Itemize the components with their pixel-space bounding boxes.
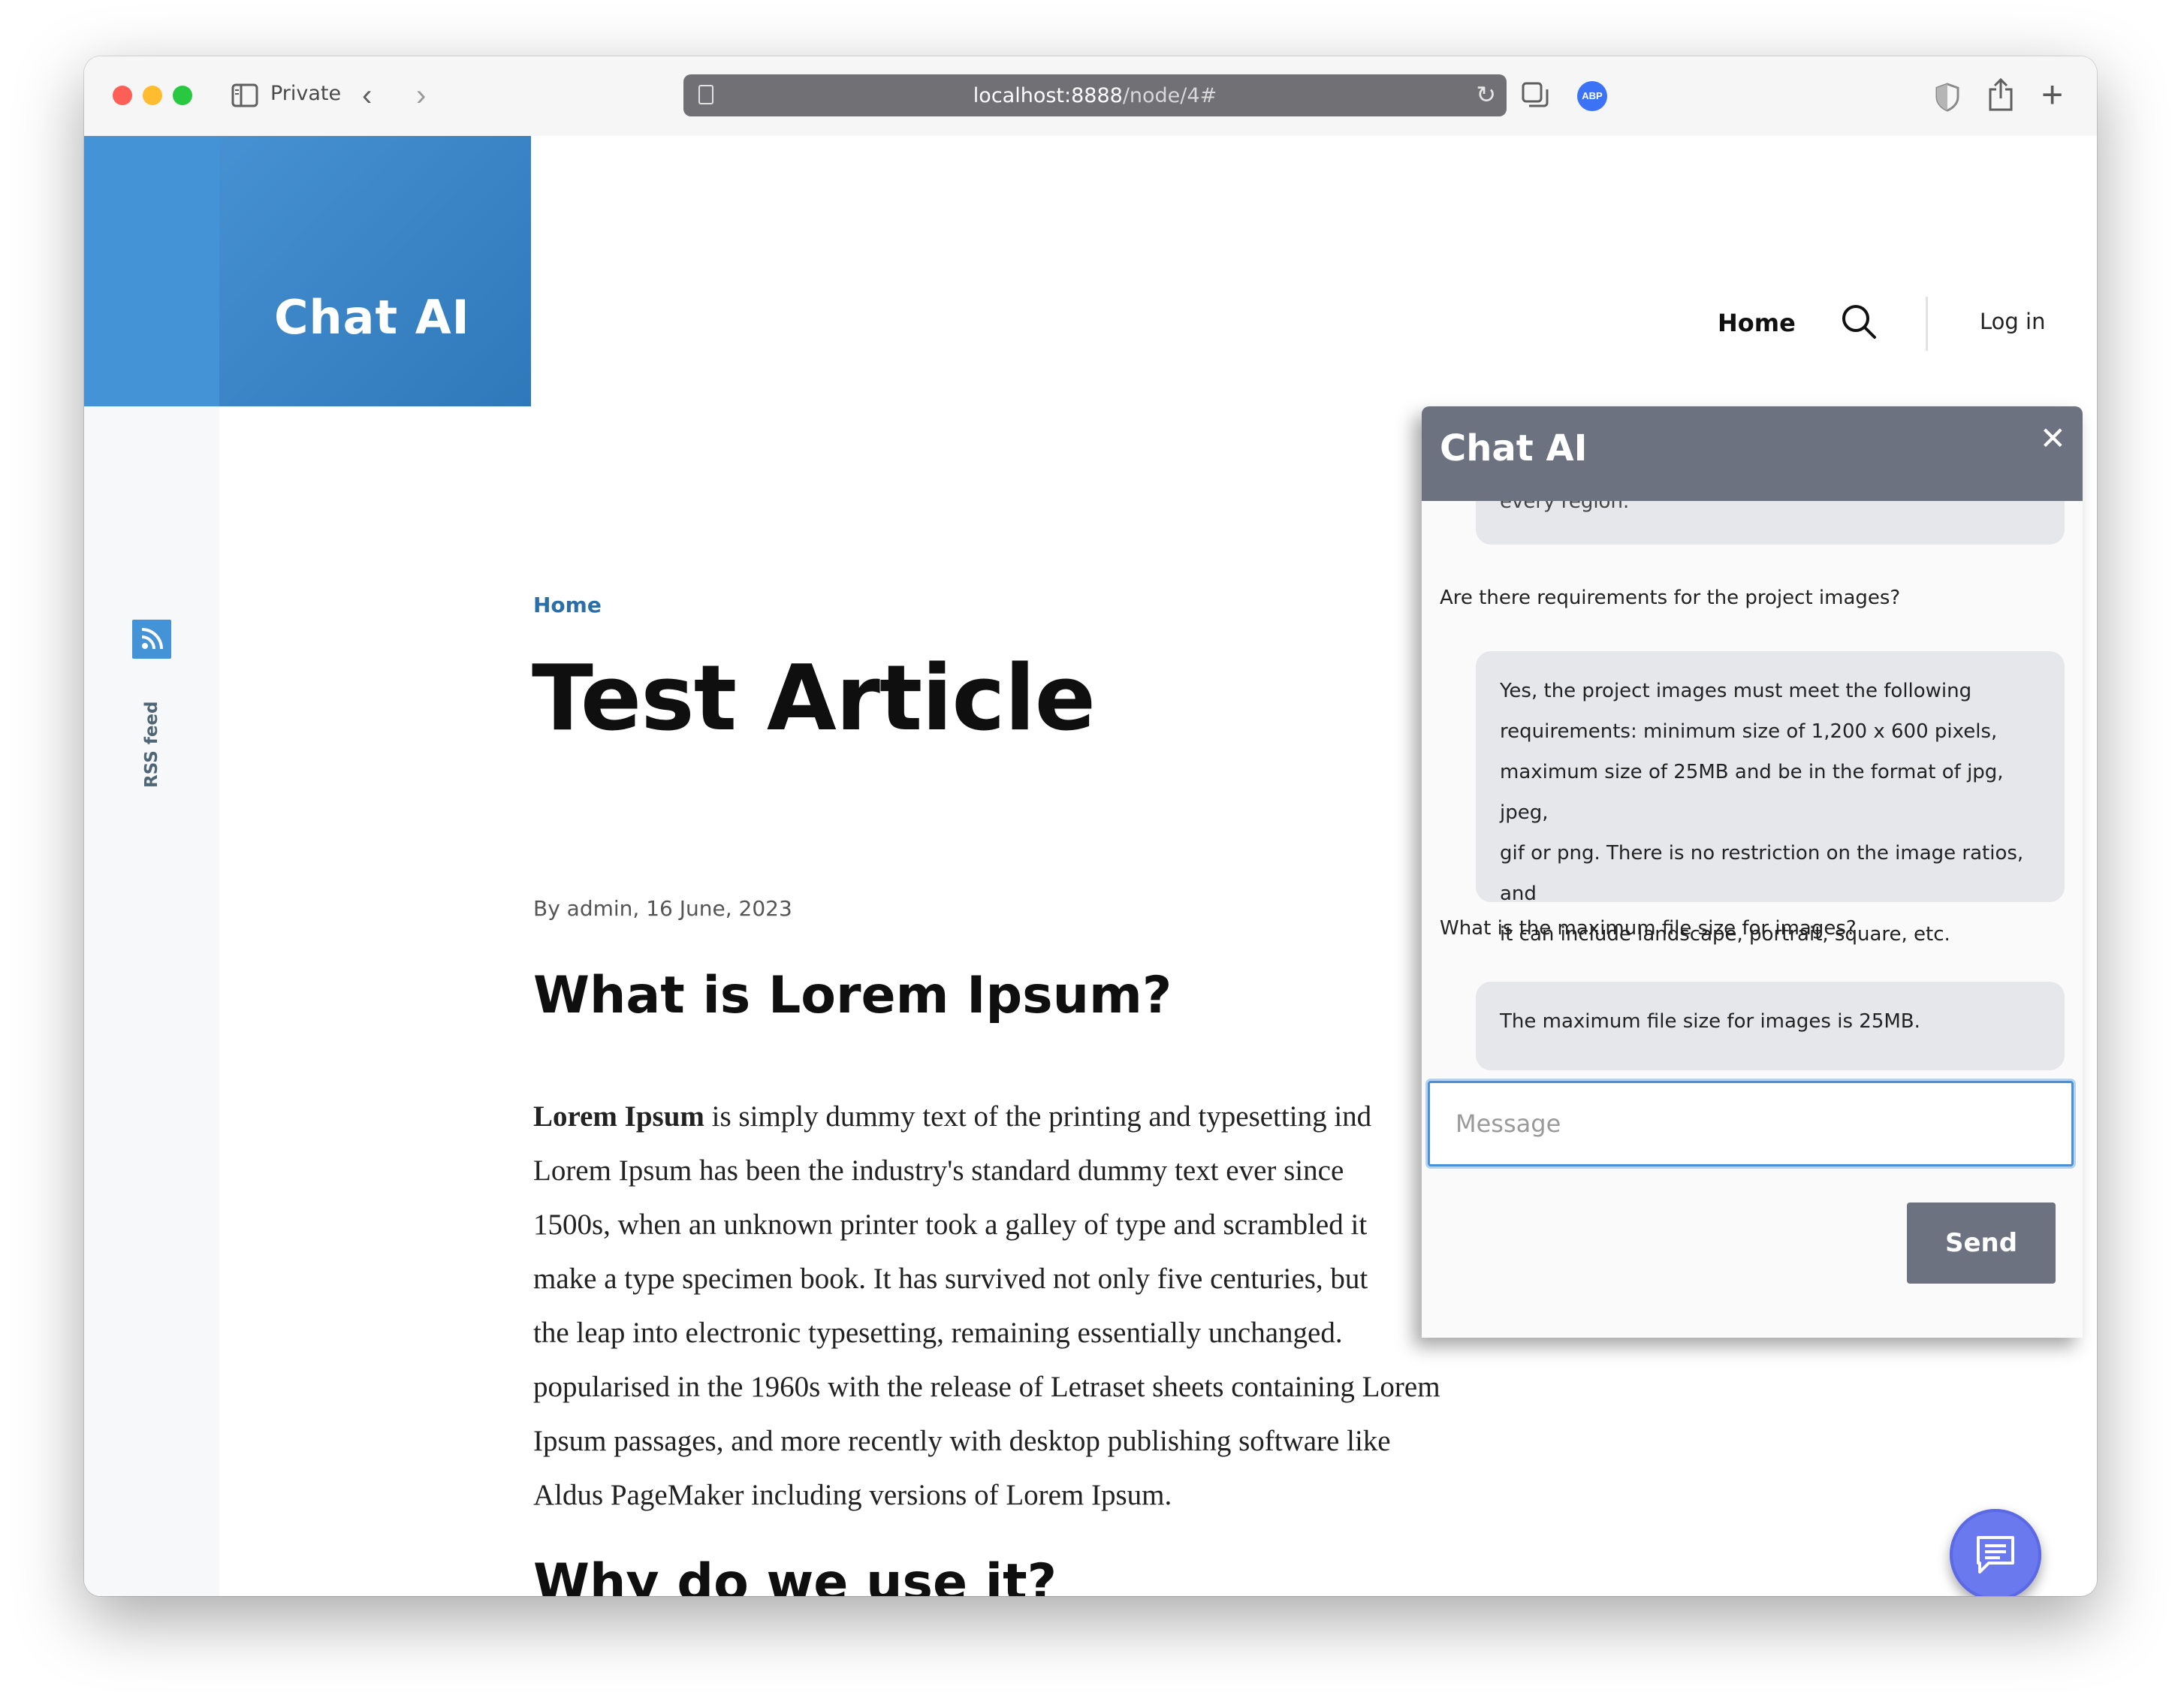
chat-header: Chat AI ✕ (1422, 406, 2083, 501)
message-line: requirements: minimum size of 1,200 x 60… (1500, 720, 1998, 743)
tabs-icon[interactable] (1520, 80, 1550, 110)
rss-feed-link[interactable]: RSS feed (132, 702, 171, 788)
breadcrumb-home[interactable]: Home (533, 593, 602, 617)
reload-icon[interactable]: ↻ (1476, 80, 1496, 109)
address-bar[interactable]: localhost:8888/node/4# ↻ (683, 74, 1507, 116)
message-input[interactable] (1428, 1081, 2074, 1166)
close-window-button[interactable] (113, 86, 132, 105)
shield-icon[interactable] (1935, 82, 1960, 112)
plus-icon[interactable]: + (2041, 73, 2063, 116)
message-text: The maximum file size for images is 25MB… (1500, 1010, 1920, 1033)
section-heading: Why do we use it? (533, 1553, 1057, 1596)
web-page: Chat AI Home Log in RSS feed Home Test A… (84, 136, 2097, 1596)
chat-messages[interactable]: every region. Are there requirements for… (1422, 501, 2083, 1075)
close-icon[interactable]: ✕ (2040, 420, 2066, 457)
nav-home-link[interactable]: Home (1718, 309, 1796, 337)
paragraph-line: Ipsum passages, and more recently with d… (533, 1425, 1391, 1457)
chat-panel: every region. Are there requirements for… (1422, 406, 2083, 1338)
chat-bubble-icon (1977, 1536, 2014, 1574)
paragraph-line: popularised in the 1960s with the releas… (533, 1371, 1440, 1403)
share-icon[interactable] (1987, 77, 2014, 112)
message-line: Yes, the project images must meet the fo… (1500, 680, 1972, 702)
paragraph-lead: Lorem Ipsum (533, 1100, 704, 1133)
url-text: localhost:8888/node/4# (683, 84, 1507, 107)
browser-toolbar: Private ‹ › localhost:8888/node/4# ↻ ABP… (84, 56, 2097, 137)
page-title: Test Article (532, 647, 1096, 751)
adblock-icon[interactable]: ABP (1577, 81, 1607, 111)
assistant-message: Yes, the project images must meet the fo… (1476, 651, 2065, 946)
url-host: localhost:8888 (973, 84, 1123, 107)
private-label: Private (270, 82, 342, 105)
site-branding[interactable]: Chat AI (84, 136, 531, 406)
assistant-message: The maximum file size for images is 25MB… (1476, 982, 2065, 1070)
send-button[interactable]: Send (1907, 1203, 2056, 1284)
zoom-window-button[interactable] (173, 86, 192, 105)
message-line: maximum size of 25MB and be in the forma… (1500, 761, 2004, 824)
rss-icon[interactable] (132, 620, 171, 659)
browser-window: Private ‹ › localhost:8888/node/4# ↻ ABP… (84, 56, 2097, 1596)
paragraph-line: Aldus PageMaker including versions of Lo… (533, 1479, 1172, 1511)
minimize-window-button[interactable] (143, 86, 162, 105)
sidebar-icon[interactable] (231, 83, 258, 107)
message-text: every region. (1500, 501, 1630, 513)
chat-title: Chat AI (1440, 427, 1588, 469)
search-icon[interactable] (1840, 303, 1878, 340)
section-heading: What is Lorem Ipsum? (533, 966, 1172, 1025)
branding-strip (84, 136, 219, 406)
login-link[interactable]: Log in (1980, 309, 2045, 334)
site-name[interactable]: Chat AI (274, 290, 470, 345)
message-line: gif or png. There is no restriction on t… (1500, 842, 2024, 905)
paragraph-line-text: is simply dummy text of the printing and… (704, 1100, 1372, 1133)
chevron-left-icon[interactable]: ‹ (362, 79, 372, 113)
chevron-right-icon[interactable]: › (416, 79, 426, 113)
article-byline: By admin, 16 June, 2023 (533, 896, 792, 921)
url-path: /node/4# (1122, 84, 1217, 107)
chat-toggle-button[interactable] (1950, 1509, 2041, 1596)
user-message: Are there requirements for the project i… (1440, 587, 1901, 609)
nav-divider (1926, 297, 1928, 351)
user-message: What is the maximum file size for images… (1440, 917, 1857, 940)
assistant-message: every region. (1476, 501, 2065, 545)
